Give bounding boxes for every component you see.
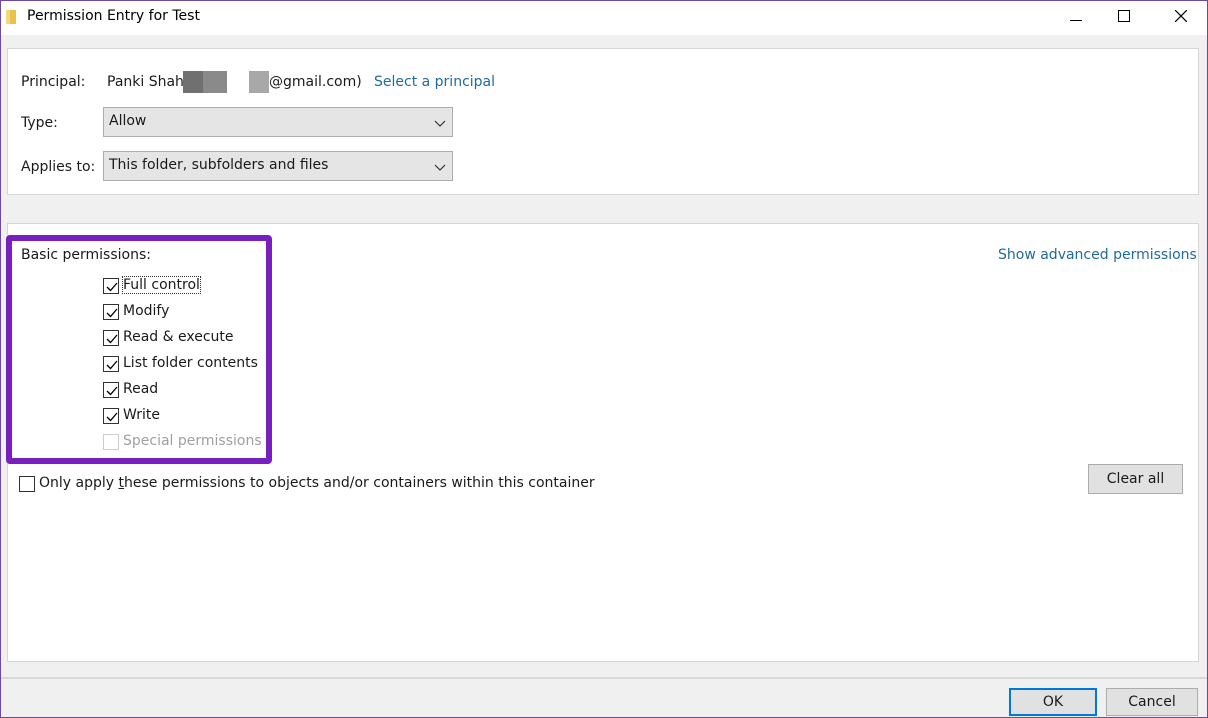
redacted-block bbox=[249, 71, 269, 93]
applies-to-label: Applies to: bbox=[21, 159, 96, 175]
permission-label: Read bbox=[123, 381, 159, 397]
checkbox[interactable] bbox=[103, 304, 119, 320]
permission-label: Read & execute bbox=[123, 329, 234, 345]
permission-label: Write bbox=[123, 407, 160, 423]
maximize-icon bbox=[1118, 10, 1130, 26]
checkbox[interactable] bbox=[103, 356, 119, 372]
checkbox[interactable] bbox=[103, 408, 119, 424]
principal-email: @gmail.com) bbox=[269, 74, 362, 90]
principal-name: Panki Shah bbox=[107, 74, 184, 90]
minimize-icon bbox=[1070, 10, 1082, 26]
principal-panel: Principal: Panki Shah @gmail.com) Select… bbox=[7, 48, 1199, 195]
only-apply-label: Only apply these permissions to objects … bbox=[39, 475, 595, 491]
checkbox[interactable] bbox=[103, 330, 119, 346]
permission-entry-dialog: Permission Entry for Test Principal: Pan… bbox=[0, 0, 1208, 718]
permission-label: List folder contents bbox=[123, 355, 258, 371]
chevron-down-icon bbox=[434, 117, 446, 127]
show-advanced-permissions-link[interactable]: Show advanced permissions bbox=[998, 247, 1197, 263]
permission-label: Modify bbox=[123, 303, 170, 319]
type-value: Allow bbox=[109, 113, 147, 129]
maximize-button[interactable] bbox=[1099, 1, 1149, 35]
folder-icon bbox=[6, 10, 16, 24]
checkbox[interactable] bbox=[103, 382, 119, 398]
type-dropdown[interactable]: Allow bbox=[103, 107, 453, 137]
close-icon bbox=[1174, 9, 1188, 26]
principal-label: Principal: bbox=[21, 74, 86, 90]
checkbox[interactable] bbox=[103, 278, 119, 294]
minimize-button[interactable] bbox=[1051, 1, 1101, 35]
close-button[interactable] bbox=[1156, 1, 1206, 35]
clear-all-button[interactable]: Clear all bbox=[1088, 464, 1183, 494]
window-title: Permission Entry for Test bbox=[27, 8, 200, 24]
applies-to-dropdown[interactable]: This folder, subfolders and files bbox=[103, 151, 453, 181]
cancel-button[interactable]: Cancel bbox=[1106, 688, 1198, 716]
permission-label: Special permissions bbox=[123, 433, 262, 449]
permissions-panel: Basic permissions: Show advanced permiss… bbox=[7, 223, 1199, 662]
ok-button[interactable]: OK bbox=[1009, 688, 1097, 716]
permission-label: Full control bbox=[122, 276, 201, 294]
type-label: Type: bbox=[21, 115, 58, 131]
applies-to-value: This folder, subfolders and files bbox=[109, 157, 329, 173]
checkbox bbox=[103, 434, 119, 450]
redacted-block bbox=[183, 71, 203, 93]
select-principal-link[interactable]: Select a principal bbox=[374, 74, 495, 90]
footer-divider bbox=[1, 677, 1207, 679]
redacted-block bbox=[203, 71, 227, 93]
chevron-down-icon bbox=[434, 161, 446, 171]
title-bar[interactable]: Permission Entry for Test bbox=[1, 1, 1207, 35]
only-apply-checkbox[interactable] bbox=[19, 476, 35, 492]
basic-permissions-heading: Basic permissions: bbox=[21, 247, 151, 263]
